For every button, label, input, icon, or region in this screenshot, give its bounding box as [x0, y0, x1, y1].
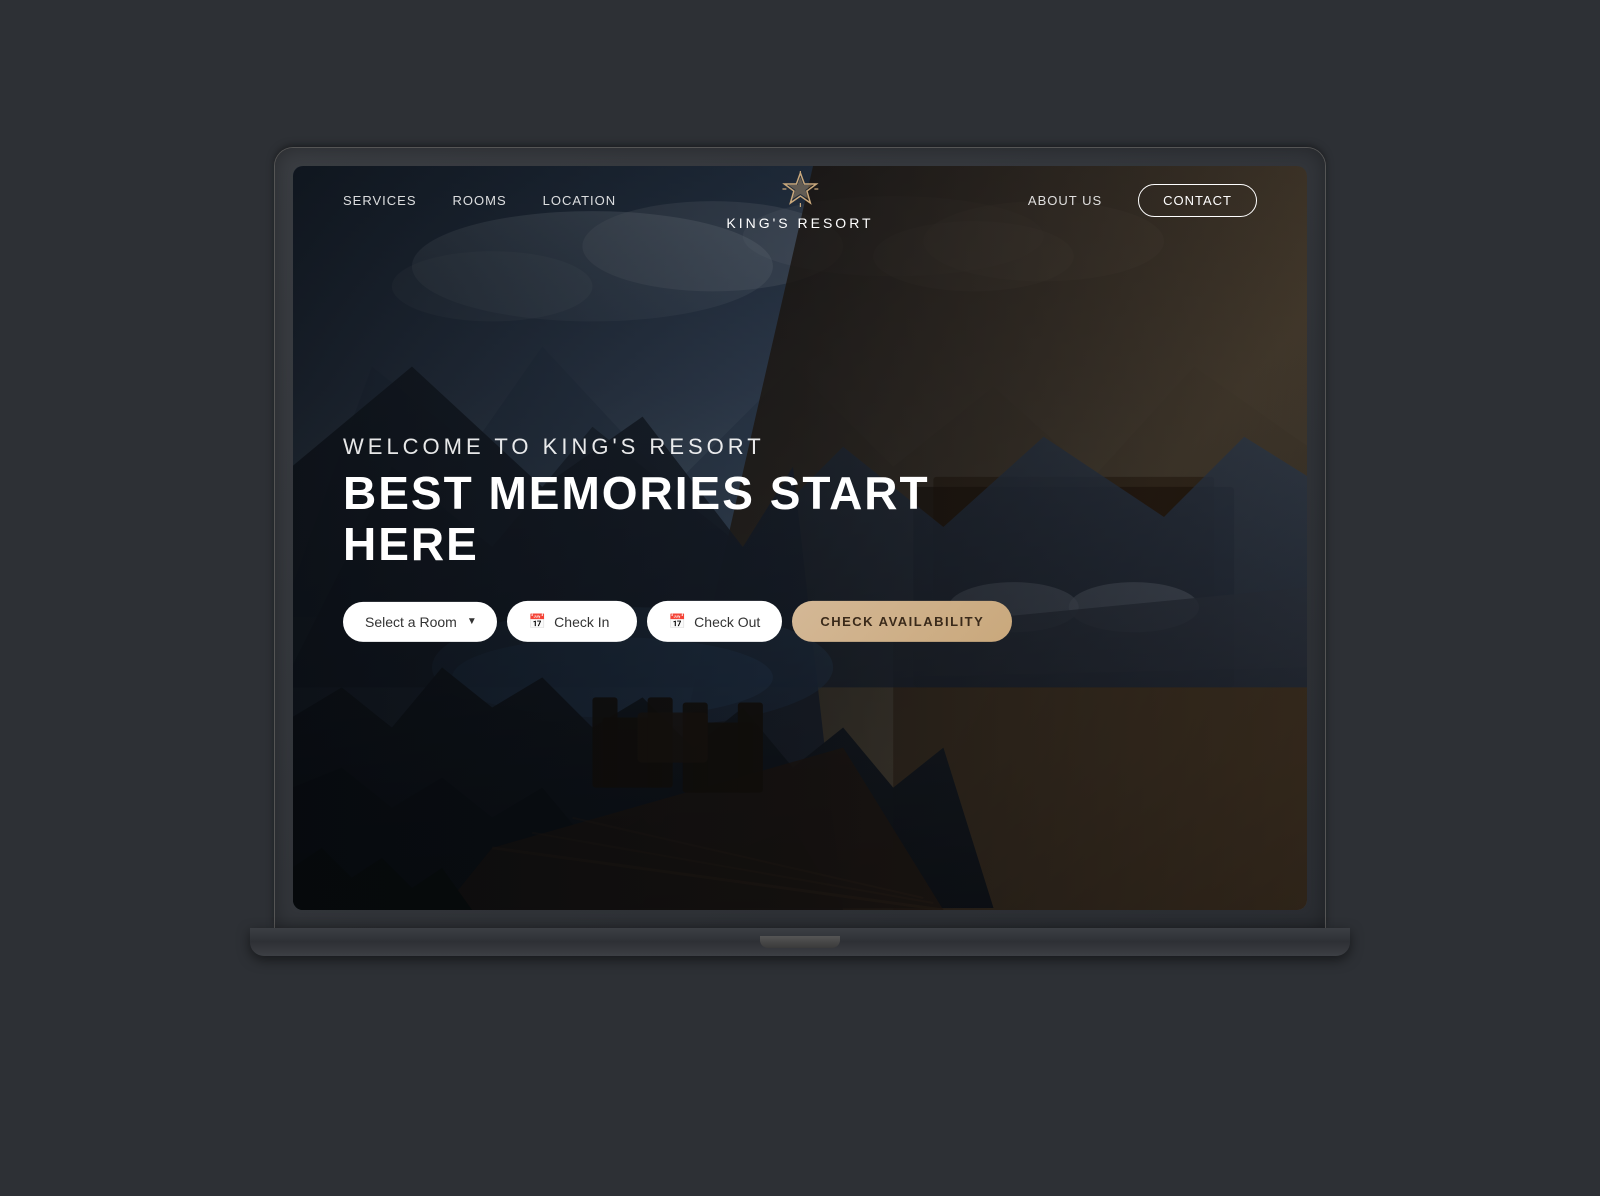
laptop-body: SERVICES ROOMS LOCATION — [275, 148, 1325, 928]
nav-location[interactable]: LOCATION — [543, 193, 617, 208]
room-select[interactable]: Select a Room ▼ — [343, 602, 497, 642]
logo-star-icon — [782, 171, 818, 213]
nav-services[interactable]: SERVICES — [343, 193, 417, 208]
logo-text: KING'S RESORT — [726, 215, 873, 231]
website: SERVICES ROOMS LOCATION — [293, 166, 1307, 910]
nav-rooms[interactable]: ROOMS — [453, 193, 507, 208]
nav-center-logo: KING'S RESORT — [726, 171, 873, 231]
laptop-screen-bezel: SERVICES ROOMS LOCATION — [293, 166, 1307, 910]
nav-about[interactable]: ABOUT US — [1028, 193, 1102, 208]
hero-title: BEST MEMORIES START HERE — [343, 468, 1043, 569]
room-select-label: Select a Room — [365, 614, 457, 630]
check-out-label: Check Out — [694, 614, 760, 630]
navbar: SERVICES ROOMS LOCATION — [293, 166, 1307, 235]
calendar-icon: 📅 — [529, 613, 546, 630]
hero-section: SERVICES ROOMS LOCATION — [293, 166, 1307, 910]
check-in-input[interactable]: 📅 Check In — [507, 601, 637, 642]
hero-subtitle: WELCOME TO KING'S RESORT — [343, 434, 1043, 460]
laptop-base — [250, 928, 1350, 956]
booking-bar: Select a Room ▼ 📅 Check In 📅 Check Out — [343, 601, 1043, 642]
laptop-wrapper: SERVICES ROOMS LOCATION — [250, 148, 1350, 1048]
chevron-down-icon: ▼ — [467, 616, 477, 627]
calendar-icon-2: 📅 — [669, 613, 686, 630]
hero-content: WELCOME TO KING'S RESORT BEST MEMORIES S… — [343, 434, 1043, 642]
check-out-input[interactable]: 📅 Check Out — [647, 601, 783, 642]
nav-left: SERVICES ROOMS LOCATION — [343, 193, 616, 208]
nav-right: ABOUT US CONTACT — [1028, 184, 1257, 217]
check-availability-button[interactable]: CHECK AVAILABILITY — [792, 601, 1012, 642]
check-in-label: Check In — [554, 614, 609, 630]
contact-button[interactable]: CONTACT — [1138, 184, 1257, 217]
